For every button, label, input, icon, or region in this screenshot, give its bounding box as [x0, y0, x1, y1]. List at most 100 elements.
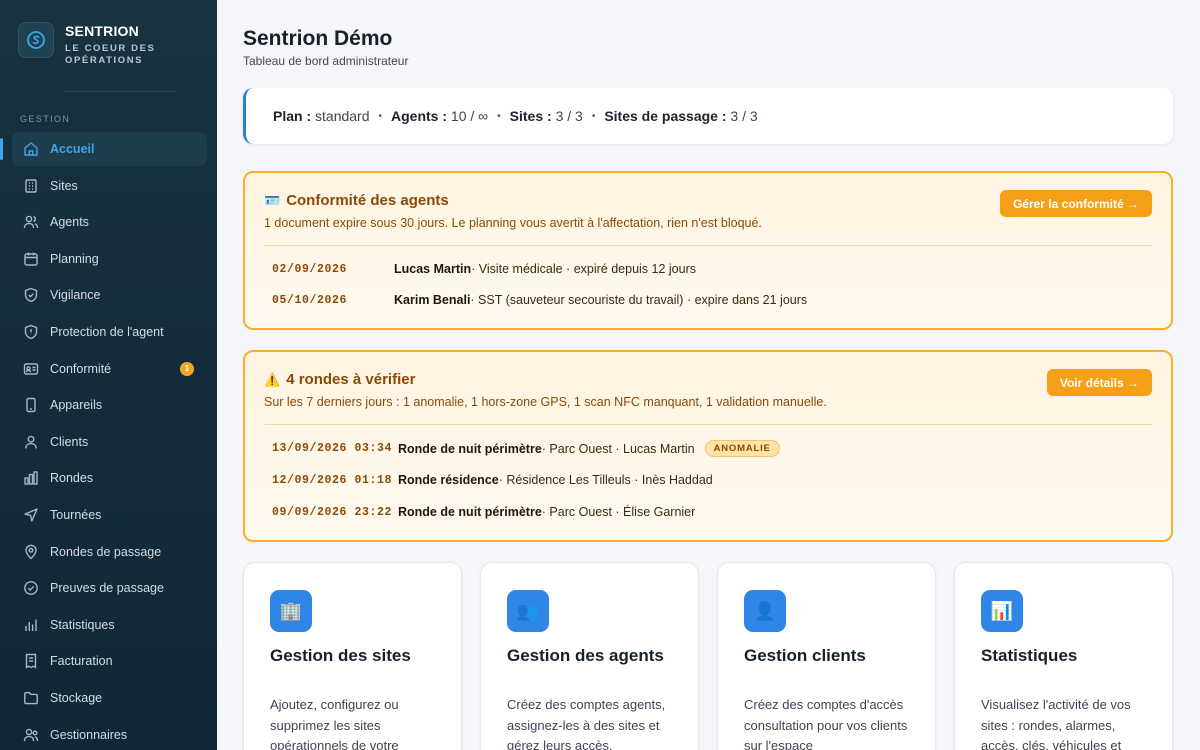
card-description: Créez des comptes d'accès consultation p… [744, 697, 908, 750]
card-statistics[interactable]: 📊 Statistiques Visualisez l'activité de … [954, 562, 1173, 750]
calendar-icon [22, 250, 40, 268]
shield-alert-icon [22, 323, 40, 341]
stats-icon [22, 616, 40, 634]
sidebar-section-label: GESTION [20, 114, 71, 124]
receipt-icon [22, 652, 40, 670]
rounds-alert: ⚠️ 4 rondes à vérifier Sur les 7 dernier… [243, 350, 1173, 542]
compliance-title-text: Conformité des agents [286, 192, 449, 209]
card-description: Créez des comptes agents, assignez-les à… [507, 697, 666, 750]
brand-logo-icon [18, 22, 54, 58]
sidebar-item-label: Planning [50, 251, 99, 266]
agents-value: 10 / ∞ [450, 108, 489, 124]
user-icon: 👤 [744, 590, 786, 632]
sidebar-item-label: Stockage [50, 690, 103, 705]
compliance-row[interactable]: 05/10/2026 Karim Benali · SST (sauveteur… [272, 293, 807, 307]
brand: SENTRION LE COEUR DES OPÉRATIONS [0, 0, 217, 67]
check-circle-icon [22, 579, 40, 597]
sidebar-item-planning[interactable]: Planning [12, 242, 207, 276]
manage-compliance-button[interactable]: Gérer la conformité → [999, 190, 1152, 217]
page-title: Sentrion Démo [243, 27, 393, 50]
users-icon: 👥 [507, 590, 549, 632]
sidebar-item-stockage[interactable]: Stockage [12, 681, 207, 715]
alert-divider [264, 245, 1152, 246]
sites-label: Sites : [509, 108, 552, 124]
row-round-name: Ronde résidence [398, 473, 499, 487]
row-detail: · SST (sauveteur secouriste du travail) … [470, 293, 808, 307]
home-icon [22, 140, 40, 158]
row-datetime: 09/09/2026 23:22 [272, 505, 393, 519]
row-round-name: Ronde de nuit périmètre [398, 441, 542, 456]
sidebar-item-label: Clients [50, 434, 89, 449]
passage-sites-label: Sites de passage : [604, 108, 727, 124]
sidebar-item-label: Appareils [50, 398, 103, 413]
shield-icon [22, 286, 40, 304]
rounds-title-text: 4 rondes à vérifier [286, 371, 416, 388]
separator-dot: • [591, 110, 596, 122]
building-icon: 🏢 [270, 590, 312, 632]
plan-label: Plan : [273, 108, 312, 124]
row-detail: · Résidence Les Tilleuls · Inès Haddad [498, 473, 713, 487]
card-title: Statistiques [981, 646, 1078, 665]
sidebar: SENTRION LE COEUR DES OPÉRATIONS GESTION… [0, 0, 217, 750]
page-subtitle: Tableau de bord administrateur [243, 54, 409, 68]
sites-value: 3 / 3 [555, 108, 583, 124]
sidebar-item-label: Rondes [50, 471, 94, 486]
separator-dot: • [497, 110, 501, 122]
round-row[interactable]: 12/09/2026 01:18 Ronde résidence · Résid… [272, 473, 713, 487]
round-row[interactable]: 09/09/2026 23:22 Ronde de nuit périmètre… [272, 505, 695, 519]
sidebar-item-sites[interactable]: Sites [12, 169, 207, 203]
main-content: Sentrion Démo Tableau de bord administra… [217, 0, 1200, 750]
sidebar-item-facturation[interactable]: Facturation [12, 644, 207, 678]
row-date: 05/10/2026 [272, 293, 348, 307]
sidebar-item-label: Protection de l'agent [50, 324, 164, 339]
chart-icon: 📊 [981, 590, 1023, 632]
id-card-icon: 🪪 [264, 192, 281, 208]
view-details-button[interactable]: Voir détails → [1046, 369, 1152, 396]
sidebar-item-label: Vigilance [50, 288, 101, 303]
row-agent-name: Lucas Martin [394, 262, 472, 276]
sidebar-item-agents[interactable]: Agents [12, 205, 207, 239]
sidebar-item-label: Rondes de passage [50, 544, 162, 559]
row-round-name: Ronde de nuit périmètre [398, 505, 542, 519]
passage-sites-value: 3 / 3 [730, 108, 758, 124]
sidebar-item-label: Statistiques [50, 617, 115, 632]
card-agents-management[interactable]: 👥 Gestion des agents Créez des comptes a… [480, 562, 699, 750]
building-icon [22, 177, 40, 195]
sidebar-item-conformite[interactable]: Conformité 1 [12, 352, 207, 386]
card-sites-management[interactable]: 🏢 Gestion des sites Ajoutez, configurez … [243, 562, 462, 750]
row-detail: · Visite médicale · expiré depuis 12 jou… [471, 262, 696, 276]
sidebar-item-rondes-de-passage[interactable]: Rondes de passage [12, 535, 207, 569]
card-description: Visualisez l'activité de vos sites : ron… [981, 697, 1131, 750]
card-clients-management[interactable]: 👤 Gestion clients Créez des comptes d'ac… [717, 562, 936, 750]
sidebar-item-label: Agents [50, 215, 89, 230]
sidebar-item-protection[interactable]: Protection de l'agent [12, 315, 207, 349]
map-pin-icon [22, 543, 40, 561]
card-title: Gestion des agents [507, 646, 664, 665]
row-date: 02/09/2026 [272, 262, 348, 276]
card-title: Gestion clients [744, 646, 866, 665]
warning-icon: ⚠️ [264, 371, 281, 387]
sidebar-item-appareils[interactable]: Appareils [12, 388, 207, 422]
sidebar-item-vigilance[interactable]: Vigilance [12, 278, 207, 312]
brand-divider [64, 91, 176, 92]
sidebar-item-preuves-de-passage[interactable]: Preuves de passage [12, 571, 207, 605]
plan-summary-bar: Plan : standard • Agents : 10 / ∞ • Site… [243, 88, 1173, 144]
sidebar-item-gestionnaires[interactable]: Gestionnaires [12, 718, 207, 750]
sidebar-item-label: Sites [50, 178, 78, 193]
navigation-icon [22, 506, 40, 524]
bar-chart-icon [22, 469, 40, 487]
plan-value: standard [315, 108, 370, 124]
sidebar-item-statistiques[interactable]: Statistiques [12, 608, 207, 642]
user-icon [22, 433, 40, 451]
sidebar-item-tournees[interactable]: Tournées [12, 498, 207, 532]
sidebar-item-accueil[interactable]: Accueil [0, 132, 207, 166]
row-agent-name: Karim Benali [394, 293, 471, 307]
row-datetime: 13/09/2026 03:34 [272, 442, 393, 455]
sidebar-item-clients[interactable]: Clients [12, 425, 207, 459]
card-title: Gestion des sites [270, 646, 411, 665]
compliance-row[interactable]: 02/09/2026 Lucas Martin · Visite médical… [272, 262, 696, 276]
sidebar-item-label: Facturation [50, 654, 113, 669]
rounds-alert-description: Sur les 7 derniers jours : 1 anomalie, 1… [264, 395, 827, 409]
round-row[interactable]: 13/09/2026 03:34 Ronde de nuit périmètre… [272, 440, 780, 457]
sidebar-item-rondes[interactable]: Rondes [12, 461, 207, 495]
